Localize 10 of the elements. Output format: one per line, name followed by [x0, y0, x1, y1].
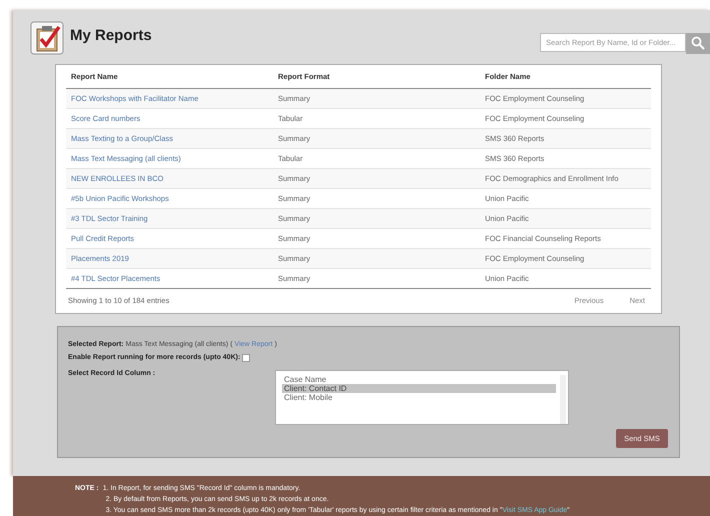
- scrollbar: [560, 374, 566, 424]
- list-option[interactable]: Case Name: [282, 374, 556, 384]
- enable-checkbox[interactable]: [242, 354, 250, 362]
- search-icon: [691, 36, 705, 50]
- report-checklist-icon: [30, 21, 64, 55]
- list-option[interactable]: Client: Mobile: [282, 392, 556, 402]
- list-option[interactable]: Client: Contact ID: [282, 384, 556, 392]
- search-button[interactable]: [686, 32, 710, 54]
- record-id-listbox[interactable]: Case Name Client: Contact ID Client: Mobile: [275, 370, 569, 424]
- page-title: My Reports: [70, 26, 153, 44]
